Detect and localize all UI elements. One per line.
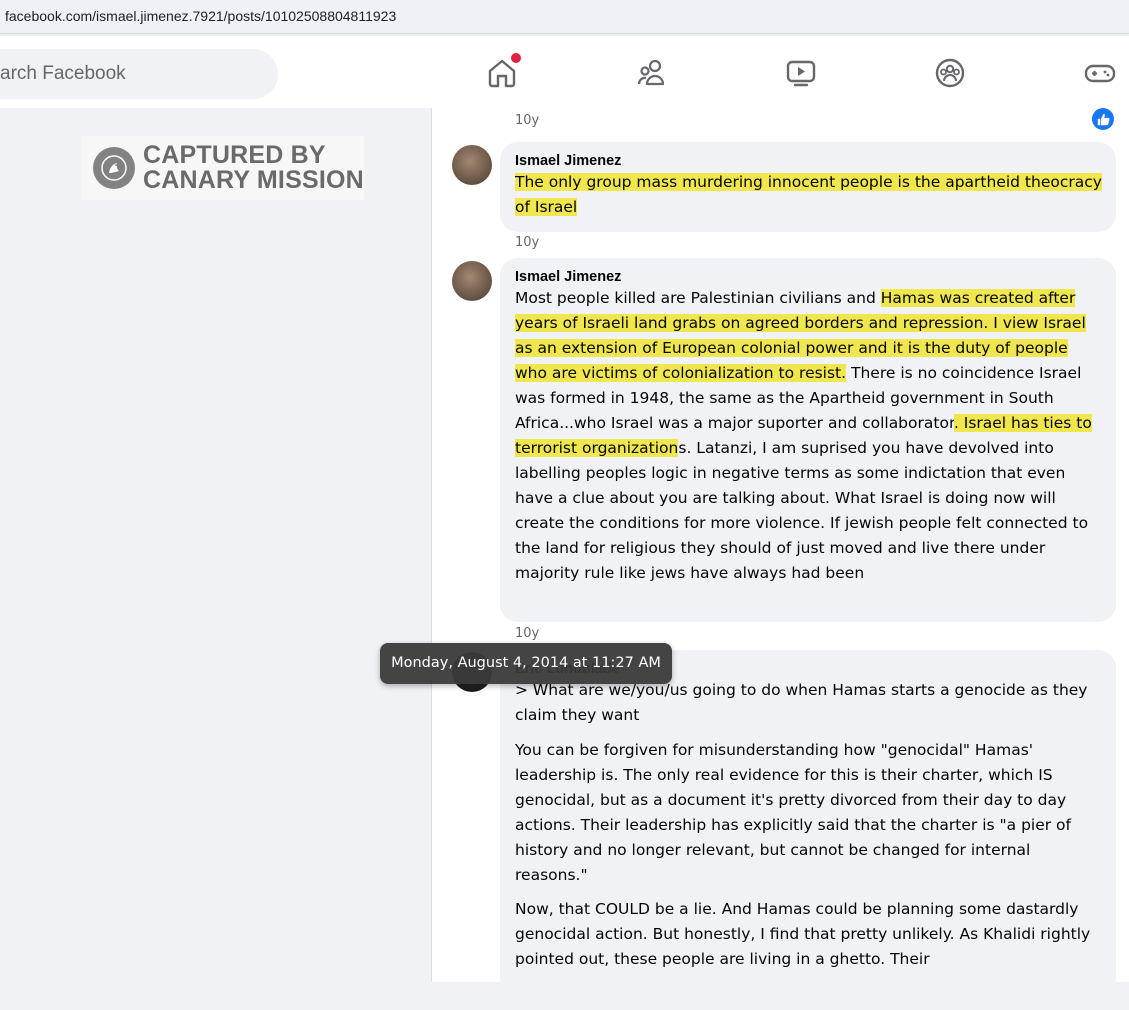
comment-paragraph: Now, that COULD be a lie. And Hamas coul…	[515, 900, 1091, 968]
comment-text: The only group mass murdering innocent p…	[515, 170, 1102, 220]
notification-dot	[511, 53, 521, 63]
highlighted-text: The only group mass murdering innocent p…	[515, 173, 1102, 216]
comment-paragraph: You can be forgiven for misunderstanding…	[515, 741, 1071, 884]
video-icon[interactable]	[785, 57, 817, 89]
watermark-line1: CAPTURED BY	[143, 141, 326, 169]
canary-bird-icon	[93, 147, 135, 189]
quoted-text: > What are we/you/us going to do when Ha…	[515, 681, 1088, 724]
comment-bubble: Ismael Jimenez The only group mass murde…	[500, 142, 1116, 232]
timestamp-tooltip: Monday, August 4, 2014 at 11:27 AM	[380, 643, 672, 684]
left-column	[0, 108, 432, 982]
comment-text: Most people killed are Palestinian civil…	[515, 286, 1102, 586]
watermark: CAPTURED BY CANARY MISSION	[81, 136, 364, 200]
comment-timestamp[interactable]: 10y	[515, 626, 539, 641]
comment-timestamp[interactable]: 10y	[515, 235, 539, 250]
groups-icon[interactable]	[934, 57, 966, 89]
comment-timestamp[interactable]: 10y	[515, 113, 539, 128]
friends-icon[interactable]	[636, 57, 668, 89]
like-icon	[1092, 108, 1114, 130]
facebook-header: arch Facebook	[0, 36, 1129, 108]
comment-bubble: Ismael Jimenez Most people killed are Pa…	[500, 258, 1116, 622]
comment-author[interactable]: Ismael Jimenez	[515, 268, 1102, 286]
avatar[interactable]	[452, 145, 492, 185]
url-text: facebook.com/ismael.jimenez.7921/posts/1…	[5, 8, 397, 24]
watermark-line2: CANARY MISSION	[143, 166, 364, 194]
search-input[interactable]: arch Facebook	[0, 49, 278, 99]
comment-text: > What are we/you/us going to do when Ha…	[515, 678, 1102, 972]
comment-bubble: Eric Lundblade > What are we/you/us goin…	[500, 650, 1116, 1010]
avatar[interactable]	[452, 261, 492, 301]
address-bar[interactable]: facebook.com/ismael.jimenez.7921/posts/1…	[0, 0, 1129, 34]
gaming-icon[interactable]	[1084, 57, 1116, 89]
comment-author[interactable]: Ismael Jimenez	[515, 152, 1102, 170]
comment-text-segment: s. Latanzi, I am suprised you have devol…	[515, 439, 1089, 582]
comment-text-segment: Most people killed are Palestinian civil…	[515, 289, 881, 307]
search-placeholder: arch Facebook	[0, 63, 126, 84]
watermark-text: CAPTURED BY CANARY MISSION	[143, 143, 364, 193]
